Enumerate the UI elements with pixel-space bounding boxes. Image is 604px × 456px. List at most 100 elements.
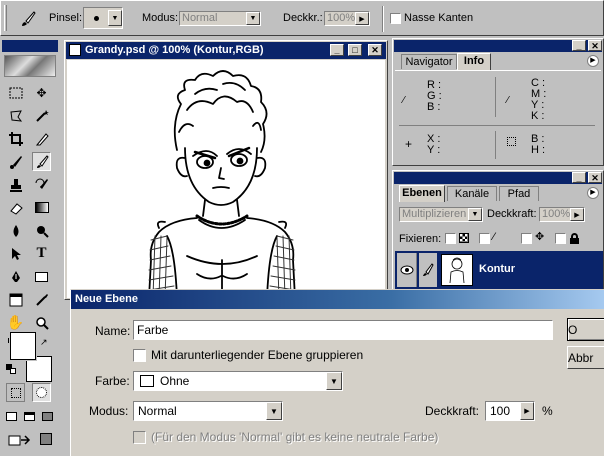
cancel-button[interactable]: Abbr [567, 346, 604, 369]
jump-to-imageready-icon[interactable] [6, 429, 34, 448]
pen-tool-icon[interactable] [6, 267, 25, 286]
maximize-button[interactable]: □ [348, 44, 362, 56]
hand-tool-icon[interactable]: ✋ [6, 313, 25, 332]
quick-mask-mode-icon[interactable] [32, 383, 51, 402]
layer-opacity-field[interactable]: 100% ▶ [539, 207, 585, 222]
brush-tool-icon[interactable] [17, 8, 39, 30]
blend-mode-arrow[interactable]: ▼ [468, 208, 482, 221]
brush-dot-icon [94, 16, 99, 21]
info-content: ⁄ R : G : B : ⁄ C : M : Y : K : + X : Y … [395, 70, 601, 164]
type-tool-icon[interactable]: T [32, 244, 51, 263]
divider-v1 [495, 77, 496, 117]
neutral-color-checkbox[interactable] [133, 431, 146, 444]
eraser-tool-icon[interactable] [6, 198, 25, 217]
layer-thumbnail[interactable] [441, 254, 473, 286]
wet-edges-checkbox[interactable] [390, 13, 401, 24]
magic-wand-tool-icon[interactable] [32, 106, 51, 125]
imageready-logo-icon[interactable] [36, 429, 55, 448]
lock-label: Fixieren: [399, 233, 442, 245]
document-titlebar[interactable]: Grandy.psd @ 100% (Kontur,RGB) _ □ ✕ [66, 42, 386, 59]
move-tool-icon[interactable]: ✥ [32, 83, 51, 102]
marquee-tool-icon[interactable] [6, 83, 25, 102]
standard-mode-icon[interactable] [6, 383, 25, 402]
swap-colors-icon[interactable]: ↗ [40, 337, 48, 348]
opacity-field[interactable]: 100% ▶ [324, 11, 370, 26]
close-button[interactable]: ✕ [368, 44, 382, 56]
dialog-title: Neue Ebene [75, 293, 138, 305]
screen-mode-full-icon[interactable] [40, 407, 55, 426]
dodge-tool-icon[interactable] [32, 221, 51, 240]
blend-mode-value: Multiplizieren [402, 208, 467, 220]
rgb-eyedropper-icon: ⁄ [403, 95, 405, 106]
adobe-logo-icon[interactable] [4, 55, 56, 77]
healing-brush-tool-icon[interactable] [6, 152, 25, 171]
paths-tab-label: Pfad [507, 188, 531, 200]
name-input[interactable]: Farbe [133, 320, 553, 340]
lock-all-checkbox[interactable] [555, 233, 566, 244]
opacity-dialog-slider-arrow[interactable]: ▶ [520, 402, 534, 420]
layer-visibility-eye-icon[interactable] [397, 253, 417, 287]
layers-close-button[interactable]: ✕ [588, 172, 602, 183]
brush-dropdown-arrow[interactable]: ▼ [108, 10, 122, 26]
stamp-tool-icon[interactable] [6, 175, 25, 194]
foreground-color-swatch[interactable] [10, 332, 36, 360]
toolbox-titlebar[interactable] [2, 40, 58, 52]
info-minimize-button[interactable]: _ [572, 40, 586, 51]
dialog-titlebar[interactable]: Neue Ebene [71, 290, 604, 309]
layers-tab-label: Ebenen [402, 187, 442, 199]
zoom-tool-icon[interactable] [32, 313, 51, 332]
brush-tool-button[interactable] [32, 152, 51, 171]
color-label: Farbe: [95, 374, 130, 388]
canvas[interactable] [67, 60, 385, 298]
opacity-input-dialog[interactable]: 100 ▶ [485, 401, 535, 421]
crop-tool-icon[interactable] [6, 129, 25, 148]
layers-tab[interactable]: Ebenen [399, 185, 445, 202]
color-select[interactable]: Ohne ▼ [133, 371, 343, 391]
path-selection-tool-icon[interactable] [6, 244, 25, 263]
mode-dropdown-arrow[interactable]: ▼ [246, 12, 260, 25]
lock-transparency-checkbox[interactable] [445, 233, 456, 244]
info-tab[interactable]: Info [457, 53, 491, 70]
notes-tool-icon[interactable] [6, 290, 25, 309]
history-brush-tool-icon[interactable] [32, 175, 51, 194]
paths-tab[interactable]: Pfad [499, 186, 539, 201]
channels-tab[interactable]: Kanäle [447, 186, 497, 201]
screen-mode-full-menu-icon[interactable] [22, 407, 37, 426]
mode-label-dialog: Modus: [89, 404, 129, 418]
mode-select-dialog[interactable]: Normal ▼ [133, 401, 283, 421]
info-panel-titlebar[interactable]: _ ✕ [394, 40, 602, 52]
layers-panel-menu-icon[interactable]: ▶ [587, 187, 599, 199]
lock-position-checkbox[interactable] [521, 233, 532, 244]
layers-minimize-button[interactable]: _ [572, 172, 586, 183]
navigator-tab[interactable]: Navigator [401, 54, 457, 69]
height-label: H : [531, 144, 546, 156]
cmyk-eyedropper-icon: ⁄ [507, 95, 509, 106]
eyedropper-tool-icon[interactable] [32, 290, 51, 309]
mode-select[interactable]: Normal ▼ [179, 11, 261, 26]
blur-tool-icon[interactable] [6, 221, 25, 240]
lasso-tool-icon[interactable] [6, 106, 25, 125]
opacity-label-dialog: Deckkraft: [425, 404, 480, 418]
gradient-tool-icon[interactable] [32, 198, 51, 217]
separator [382, 6, 384, 32]
ok-button[interactable]: O [567, 318, 604, 341]
brush-preset-picker[interactable]: ▼ [83, 7, 123, 29]
color-dropdown-arrow[interactable]: ▼ [326, 372, 342, 390]
info-panel-menu-icon[interactable]: ▶ [587, 55, 599, 67]
info-close-button[interactable]: ✕ [588, 40, 602, 51]
default-colors-icon-small[interactable] [6, 364, 16, 374]
group-with-previous-checkbox[interactable] [133, 349, 146, 362]
screen-mode-standard-icon[interactable] [4, 407, 19, 426]
mode-dialog-dropdown-arrow[interactable]: ▼ [266, 402, 282, 420]
opacity-slider-arrow[interactable]: ▶ [355, 12, 369, 25]
layer-name: Kontur [479, 263, 516, 275]
divider-h [399, 125, 595, 126]
slice-tool-icon[interactable] [32, 129, 51, 148]
lock-image-checkbox[interactable] [479, 233, 490, 244]
layer-opacity-arrow[interactable]: ▶ [570, 208, 584, 221]
rectangle-tool-icon[interactable] [32, 267, 51, 286]
minimize-button[interactable]: _ [330, 44, 344, 56]
layers-panel-titlebar[interactable]: _ ✕ [394, 172, 602, 184]
layer-row-kontur[interactable]: Kontur [395, 251, 603, 289]
blend-mode-select[interactable]: Multiplizieren ▼ [399, 207, 483, 222]
